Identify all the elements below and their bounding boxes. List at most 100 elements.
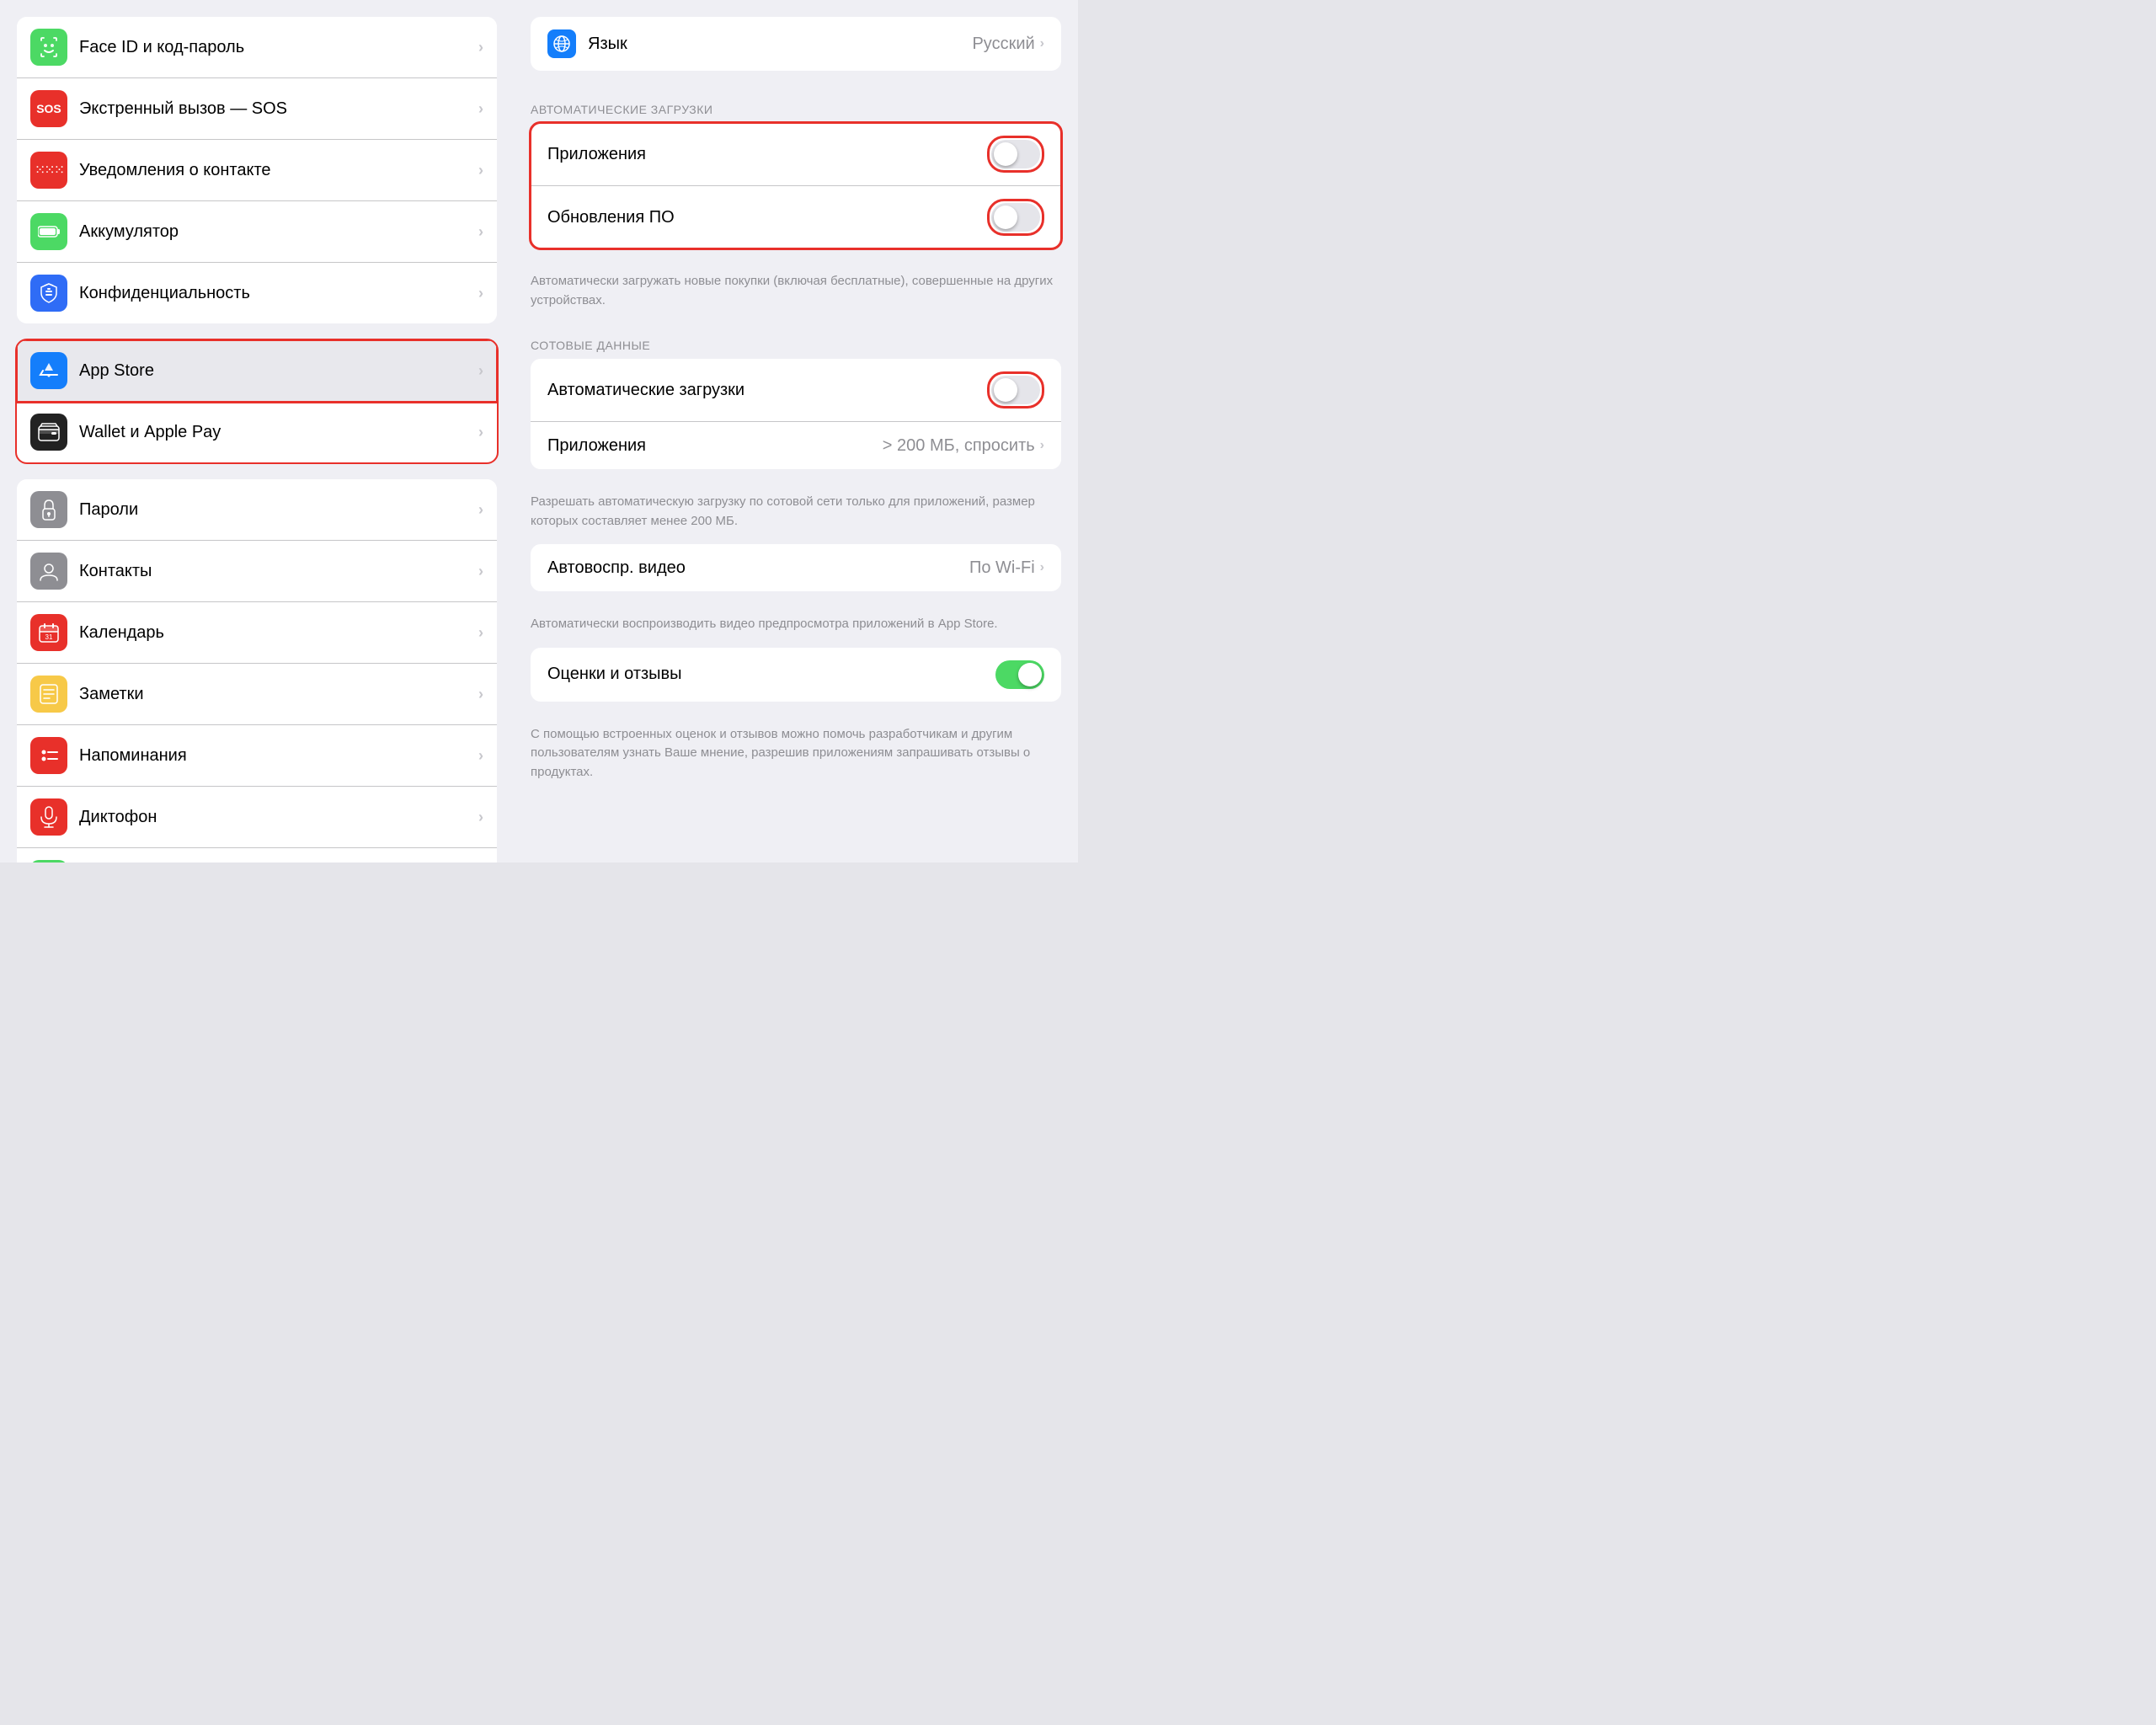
svg-text:31: 31 <box>45 633 53 641</box>
privacy-label: Конфиденциальность <box>79 284 478 303</box>
cellular-apps-chevron: › <box>1040 438 1044 453</box>
settings-item-reminders[interactable]: Напоминания › <box>17 725 497 787</box>
cellular-description: Разрешать автоматическую загрузку по сот… <box>514 486 1078 544</box>
video-playback-value: По Wi-Fi <box>969 558 1035 578</box>
contact-notify-icon: ⁙⁙⁙ <box>30 152 67 189</box>
video-playback-chevron: › <box>1040 560 1044 575</box>
video-playback-section: Автовоспр. видео По Wi-Fi › <box>531 544 1061 591</box>
passwords-icon <box>30 491 67 528</box>
apps-auto-item[interactable]: Приложения <box>531 123 1061 186</box>
cellular-auto-item[interactable]: Автоматические загрузки <box>531 359 1061 422</box>
settings-left-panel: Face ID и код-пароль › SOS Экстренный вы… <box>0 0 514 862</box>
calendar-icon: 31 <box>30 614 67 651</box>
passwords-label: Пароли <box>79 500 478 520</box>
language-value: Русский <box>972 35 1034 54</box>
chevron-icon: › <box>478 162 483 179</box>
voice-label: Диктофон <box>79 808 478 827</box>
faceid-label: Face ID и код-пароль <box>79 38 478 57</box>
toggle-thumb <box>994 206 1017 229</box>
contacts-icon <box>30 553 67 590</box>
chevron-icon: › <box>478 747 483 765</box>
settings-item-contact-notify[interactable]: ⁙⁙⁙ Уведомления о контакте › <box>17 140 497 201</box>
updates-auto-label: Обновления ПО <box>547 208 987 227</box>
settings-item-appstore[interactable]: App Store › <box>17 340 497 402</box>
settings-group-security: Face ID и код-пароль › SOS Экстренный вы… <box>17 17 497 323</box>
battery-icon <box>30 213 67 250</box>
settings-item-phone[interactable]: Телефон › <box>17 848 497 862</box>
settings-group-apps: Пароли › Контакты › 31 <box>17 479 497 862</box>
contact-notify-label: Уведомления о контакте <box>79 161 478 180</box>
video-playback-item[interactable]: Автовоспр. видео По Wi-Fi › <box>531 544 1061 591</box>
chevron-icon: › <box>478 809 483 826</box>
language-label: Язык <box>588 35 972 54</box>
reminders-icon <box>30 737 67 774</box>
wallet-icon <box>30 414 67 451</box>
language-row[interactable]: Язык Русский › <box>531 17 1061 71</box>
reminders-label: Напоминания <box>79 746 478 766</box>
language-section: Язык Русский › <box>531 17 1061 71</box>
appstore-icon <box>30 352 67 389</box>
contacts-label: Контакты <box>79 562 478 581</box>
appstore-settings-panel: Язык Русский › АВТОМАТИЧЕСКИЕ ЗАГРУЗКИ П… <box>514 0 1078 862</box>
cellular-toggle-highlight <box>987 371 1044 409</box>
settings-item-battery[interactable]: Аккумулятор › <box>17 201 497 263</box>
cellular-header: СОТОВЫЕ ДАННЫЕ <box>514 323 1078 359</box>
settings-item-notes[interactable]: Заметки › <box>17 664 497 725</box>
settings-item-calendar[interactable]: 31 Календарь › <box>17 602 497 664</box>
video-playback-label: Автовоспр. видео <box>547 558 969 578</box>
cellular-apps-item[interactable]: Приложения > 200 МБ, спросить › <box>531 422 1061 469</box>
settings-item-sos[interactable]: SOS Экстренный вызов — SOS › <box>17 78 497 140</box>
ratings-section: Оценки и отзывы <box>531 648 1061 702</box>
chevron-icon: › <box>478 424 483 441</box>
sos-icon: SOS <box>30 90 67 127</box>
settings-item-faceid[interactable]: Face ID и код-пароль › <box>17 17 497 78</box>
auto-downloads-group: Приложения Обновления ПО <box>531 123 1061 248</box>
toggle-thumb <box>1018 663 1042 686</box>
settings-item-contacts[interactable]: Контакты › <box>17 541 497 602</box>
cellular-apps-label: Приложения <box>547 436 883 456</box>
cellular-group: Автоматические загрузки Приложения > 200… <box>531 359 1061 469</box>
auto-downloads-section: АВТОМАТИЧЕСКИЕ ЗАГРУЗКИ Приложения Обнов… <box>514 88 1078 323</box>
settings-item-wallet[interactable]: Wallet и Apple Pay › <box>17 402 497 462</box>
appstore-label: App Store <box>79 361 478 381</box>
notes-label: Заметки <box>79 685 478 704</box>
ratings-description: С помощью встроенных оценок и отзывов мо… <box>514 718 1078 796</box>
apps-auto-toggle[interactable] <box>991 140 1040 168</box>
chevron-icon: › <box>478 686 483 703</box>
phone-icon <box>30 860 67 862</box>
chevron-icon: › <box>478 100 483 118</box>
auto-downloads-header: АВТОМАТИЧЕСКИЕ ЗАГРУЗКИ <box>514 88 1078 123</box>
privacy-icon <box>30 275 67 312</box>
sos-label: Экстренный вызов — SOS <box>79 99 478 119</box>
language-chevron: › <box>1040 36 1044 51</box>
updates-auto-toggle[interactable] <box>991 203 1040 232</box>
settings-item-voice[interactable]: Диктофон › <box>17 787 497 848</box>
toggle-thumb <box>994 142 1017 166</box>
chevron-icon: › <box>478 501 483 519</box>
voice-icon <box>30 798 67 836</box>
toggle-thumb <box>994 378 1017 402</box>
chevron-icon: › <box>478 563 483 580</box>
auto-downloads-description: Автоматически загружать новые покупки (в… <box>514 265 1078 323</box>
cellular-apps-value: > 200 МБ, спросить <box>883 436 1035 456</box>
updates-toggle-highlight <box>987 199 1044 236</box>
ratings-label: Оценки и отзывы <box>547 665 995 684</box>
faceid-icon <box>30 29 67 66</box>
battery-label: Аккумулятор <box>79 222 478 242</box>
chevron-icon: › <box>478 624 483 642</box>
settings-item-privacy[interactable]: Конфиденциальность › <box>17 263 497 323</box>
chevron-icon: › <box>478 362 483 380</box>
settings-group-appstore: App Store › Wallet и Apple Pay › <box>17 340 497 462</box>
chevron-icon: › <box>478 223 483 241</box>
settings-item-passwords[interactable]: Пароли › <box>17 479 497 541</box>
wallet-label: Wallet и Apple Pay <box>79 423 478 442</box>
updates-auto-item[interactable]: Обновления ПО <box>531 186 1061 248</box>
sos-text: SOS <box>36 102 61 115</box>
cellular-auto-toggle[interactable] <box>991 376 1040 404</box>
ratings-item[interactable]: Оценки и отзывы <box>531 648 1061 702</box>
ratings-toggle[interactable] <box>995 660 1044 689</box>
video-playback-description: Автоматически воспроизводить видео предп… <box>514 608 1078 648</box>
chevron-icon: › <box>478 285 483 302</box>
cellular-auto-label: Автоматические загрузки <box>547 381 987 400</box>
apps-auto-label: Приложения <box>547 145 987 164</box>
